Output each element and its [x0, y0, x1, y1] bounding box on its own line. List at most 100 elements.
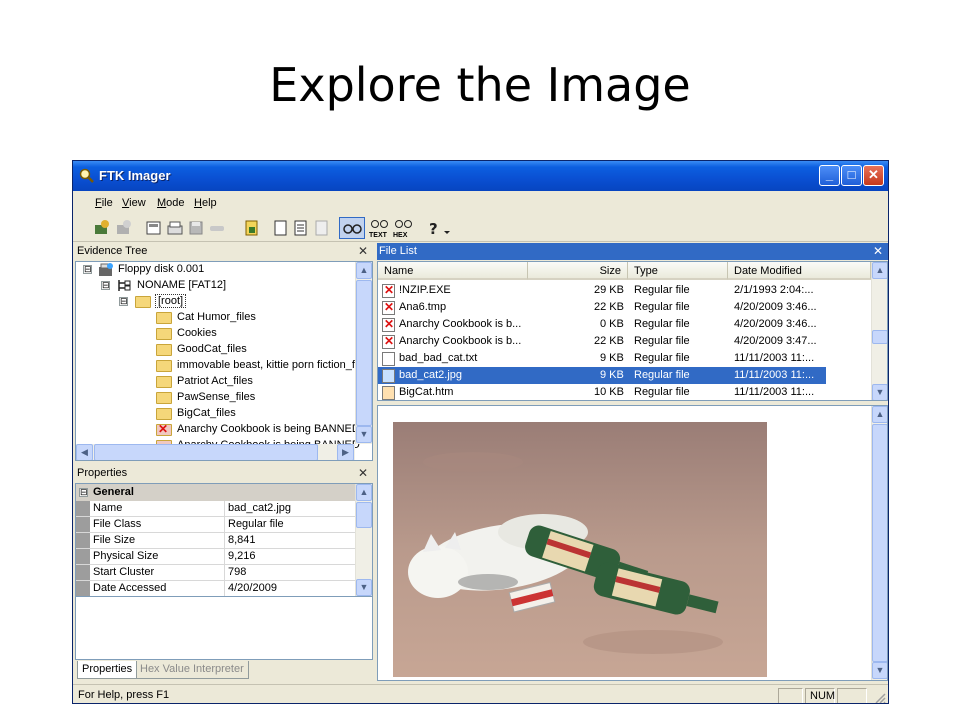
- scroll-down-icon[interactable]: ▼: [356, 426, 372, 443]
- scroll-down-icon[interactable]: ▼: [872, 662, 887, 679]
- properties-close-icon[interactable]: ✕: [358, 466, 368, 480]
- collapse-icon[interactable]: ⊟: [79, 488, 88, 497]
- hex-view-button[interactable]: HEX: [393, 219, 415, 239]
- save-icon[interactable]: [187, 219, 205, 237]
- file-type: Regular file: [634, 352, 690, 364]
- properties-title: Properties: [77, 467, 128, 479]
- menu-bar: File View Mode Help: [73, 192, 888, 214]
- file-date: 4/20/2009 3:46...: [734, 301, 817, 313]
- file-row[interactable]: bad_bad_cat.txt 9 KB Regular file 11/11/200…: [378, 350, 826, 367]
- property-row[interactable]: File Class Regular file: [76, 517, 355, 533]
- menu-file[interactable]: File: [95, 197, 113, 209]
- file-list-close-icon[interactable]: ✕: [873, 244, 883, 258]
- file-list-header: File List ✕: [377, 243, 888, 260]
- file-row[interactable]: !NZIP.EXE 29 KB Regular file 2/1/1993 2:04:…: [378, 282, 826, 299]
- menu-help[interactable]: Help: [194, 197, 217, 209]
- column-header-date-modified[interactable]: Date Modified: [728, 262, 871, 280]
- close-button[interactable]: ✕: [863, 165, 884, 186]
- property-group-label: General: [93, 486, 134, 498]
- property-key: Physical Size: [93, 550, 159, 562]
- scroll-down-icon[interactable]: ▼: [356, 579, 372, 596]
- window-titlebar[interactable]: FTK Imager _ □ ✕: [73, 161, 888, 191]
- tree-item-label: Floppy disk 0.001: [118, 263, 205, 275]
- tab-properties[interactable]: Properties: [77, 661, 138, 679]
- evidence-tree-close-icon[interactable]: ✕: [358, 244, 368, 258]
- column-header-name[interactable]: Name: [378, 262, 528, 280]
- collapse-icon[interactable]: ⊟: [83, 265, 92, 274]
- unmount-icon[interactable]: [208, 219, 226, 237]
- maximize-button[interactable]: □: [841, 165, 862, 186]
- scroll-thumb[interactable]: [356, 502, 372, 528]
- collapse-icon[interactable]: ⊟: [101, 281, 110, 290]
- folder-icon: [156, 408, 172, 420]
- create-image-icon[interactable]: [145, 219, 163, 237]
- property-row[interactable]: Date Accessed 4/20/2009: [76, 581, 355, 596]
- deleted-file-icon: [382, 283, 395, 298]
- file-date: 2/1/1993 2:04:...: [734, 284, 814, 296]
- file-row[interactable]: Anarchy Cookbook is b... 22 KB Regular fil…: [378, 333, 826, 350]
- scroll-thumb[interactable]: [872, 424, 887, 662]
- evidence-tree-hscrollbar[interactable]: ◀ ▶: [76, 444, 355, 460]
- property-group-general[interactable]: ⊟ General: [76, 484, 355, 501]
- scroll-thumb[interactable]: [94, 444, 318, 460]
- remove-evidence-icon[interactable]: [115, 219, 133, 237]
- collapse-icon[interactable]: ⊟: [119, 297, 128, 306]
- new-document-icon[interactable]: [271, 219, 289, 237]
- property-value: Regular file: [228, 518, 284, 530]
- column-header-size[interactable]: Size: [528, 262, 628, 280]
- file-date: 4/20/2009 3:47...: [734, 335, 817, 347]
- help-dropdown-arrow-icon[interactable]: [443, 219, 451, 237]
- toolbar: TEXT HEX ?: [73, 214, 888, 242]
- file-type: Regular file: [634, 335, 690, 347]
- obtain-protected-files-icon[interactable]: [243, 219, 261, 237]
- minimize-button[interactable]: _: [819, 165, 840, 186]
- file-row-selected[interactable]: bad_cat2.jpg 9 KB Regular file 11/11/2003 1…: [378, 367, 826, 384]
- menu-view[interactable]: View: [122, 197, 146, 209]
- scroll-up-icon[interactable]: ▲: [872, 406, 887, 423]
- scroll-left-icon[interactable]: ◀: [76, 444, 93, 460]
- svg-text:?: ?: [429, 220, 438, 237]
- column-header-type[interactable]: Type: [628, 262, 728, 280]
- db-document-icon[interactable]: [312, 219, 330, 237]
- scroll-up-icon[interactable]: ▲: [356, 484, 372, 501]
- text-view-label: TEXT: [369, 232, 387, 239]
- file-size: 9 KB: [600, 352, 624, 364]
- property-row[interactable]: Name bad_cat2.jpg: [76, 501, 355, 517]
- text-file-icon: [382, 352, 395, 366]
- property-row[interactable]: File Size 8,841: [76, 533, 355, 549]
- file-name: BigCat.htm: [399, 386, 454, 398]
- file-row[interactable]: Anarchy Cookbook is b... 0 KB Regular file…: [378, 316, 826, 333]
- deleted-file-icon: [382, 300, 395, 315]
- scroll-up-icon[interactable]: ▲: [356, 262, 372, 279]
- file-row[interactable]: BigCat.htm 10 KB Regular file 11/11/2003 11…: [378, 384, 826, 400]
- file-row[interactable]: Ana6.tmp 22 KB Regular file 4/20/2009 3:46.…: [378, 299, 826, 316]
- file-date: 11/11/2003 11:...: [734, 386, 815, 398]
- auto-view-button[interactable]: [339, 217, 365, 239]
- file-type: Regular file: [634, 369, 690, 381]
- menu-mode[interactable]: Mode: [157, 197, 185, 209]
- file-size: 9 KB: [600, 369, 624, 381]
- properties-vscrollbar[interactable]: ▲ ▼: [355, 484, 372, 596]
- text-view-button[interactable]: TEXT: [369, 219, 391, 239]
- property-row[interactable]: Start Cluster 798: [76, 565, 355, 581]
- text-document-icon[interactable]: [291, 219, 309, 237]
- scroll-right-icon[interactable]: ▶: [337, 444, 354, 460]
- property-row[interactable]: Physical Size 9,216: [76, 549, 355, 565]
- tree-item-label: Patriot Act_files: [177, 375, 253, 387]
- evidence-tree-vscrollbar[interactable]: ▲ ▼: [355, 262, 372, 444]
- tree-item-label: Anarchy Cookbook is being BANNED: [177, 423, 360, 435]
- tab-hex-value-interpreter[interactable]: Hex Value Interpreter: [135, 661, 249, 679]
- file-list-vscrollbar[interactable]: ▲ ▼: [871, 262, 887, 400]
- scroll-up-icon[interactable]: ▲: [872, 262, 887, 279]
- scroll-thumb[interactable]: [356, 280, 372, 426]
- evidence-tree-title: Evidence Tree: [77, 245, 148, 257]
- property-value: 8,841: [228, 534, 256, 546]
- scroll-down-icon[interactable]: ▼: [872, 384, 887, 400]
- help-icon[interactable]: ?: [425, 219, 443, 237]
- add-evidence-icon[interactable]: [93, 219, 111, 237]
- viewer-vscrollbar[interactable]: ▲ ▼: [871, 406, 887, 680]
- export-icon[interactable]: [166, 219, 184, 237]
- resize-grip-icon[interactable]: [873, 691, 886, 704]
- tree-item-label: immovable beast, kittie porn fiction_fil…: [177, 359, 366, 371]
- scroll-thumb[interactable]: [872, 330, 887, 344]
